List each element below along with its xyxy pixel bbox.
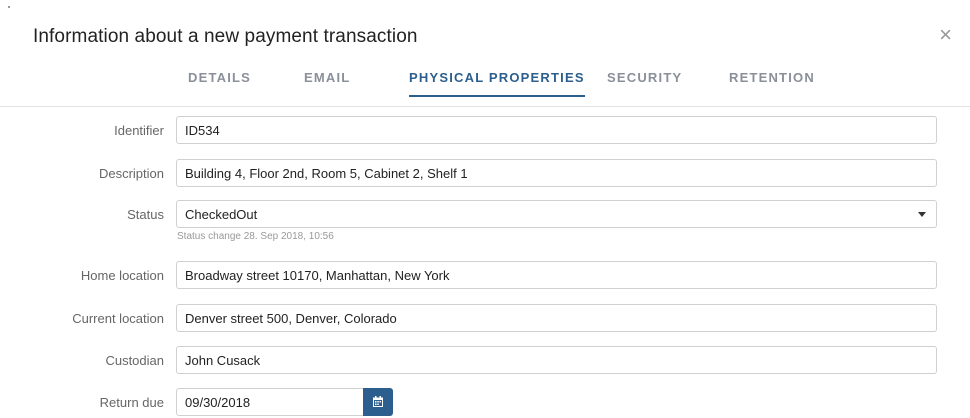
tab-security[interactable]: SECURITY <box>607 70 682 95</box>
identifier-field[interactable]: ID534 <box>176 116 937 144</box>
home-location-label: Home location <box>80 268 164 283</box>
status-select[interactable]: CheckedOut <box>176 200 937 228</box>
corner-mark <box>8 6 10 8</box>
status-row: Status CheckedOut Status change 28. Sep … <box>0 200 970 242</box>
tab-retention[interactable]: RETENTION <box>729 70 815 95</box>
status-change-hint: Status change 28. Sep 2018, 10:56 <box>177 231 334 242</box>
tab-email[interactable]: EMAIL <box>304 70 350 95</box>
calendar-button[interactable] <box>363 388 393 416</box>
custodian-field[interactable]: John Cusack <box>176 346 937 374</box>
close-icon[interactable]: × <box>939 24 952 46</box>
custodian-label: Custodian <box>105 353 164 368</box>
dialog-title: Information about a new payment transact… <box>33 26 418 47</box>
tab-physical-properties[interactable]: PHYSICAL PROPERTIES <box>409 70 585 97</box>
custodian-row: Custodian John Cusack <box>0 346 970 376</box>
description-field[interactable]: Building 4, Floor 2nd, Room 5, Cabinet 2… <box>176 159 937 187</box>
identifier-label: Identifier <box>114 123 164 138</box>
status-label: Status <box>127 207 164 222</box>
chevron-down-icon[interactable] <box>918 212 926 217</box>
return-due-label: Return due <box>99 395 164 410</box>
current-location-label: Current location <box>72 311 164 326</box>
identifier-row: Identifier ID534 <box>0 116 970 146</box>
home-location-field[interactable]: Broadway street 10170, Manhattan, New Yo… <box>176 261 937 289</box>
tab-bar: DETAILS EMAIL PHYSICAL PROPERTIES SECURI… <box>0 62 970 107</box>
description-label: Description <box>98 166 164 181</box>
current-location-row: Current location Denver street 500, Denv… <box>0 304 970 334</box>
payment-transaction-dialog: Information about a new payment transact… <box>0 0 970 417</box>
description-row: Description Building 4, Floor 2nd, Room … <box>0 159 970 189</box>
current-location-field[interactable]: Denver street 500, Denver, Colorado <box>176 304 937 332</box>
return-due-field[interactable]: 09/30/2018 <box>176 388 364 416</box>
return-due-row: Return due 09/30/2018 <box>0 388 970 418</box>
home-location-row: Home location Broadway street 10170, Man… <box>0 261 970 291</box>
status-value: CheckedOut <box>185 207 258 222</box>
calendar-icon <box>373 396 383 407</box>
tab-details[interactable]: DETAILS <box>188 70 251 95</box>
